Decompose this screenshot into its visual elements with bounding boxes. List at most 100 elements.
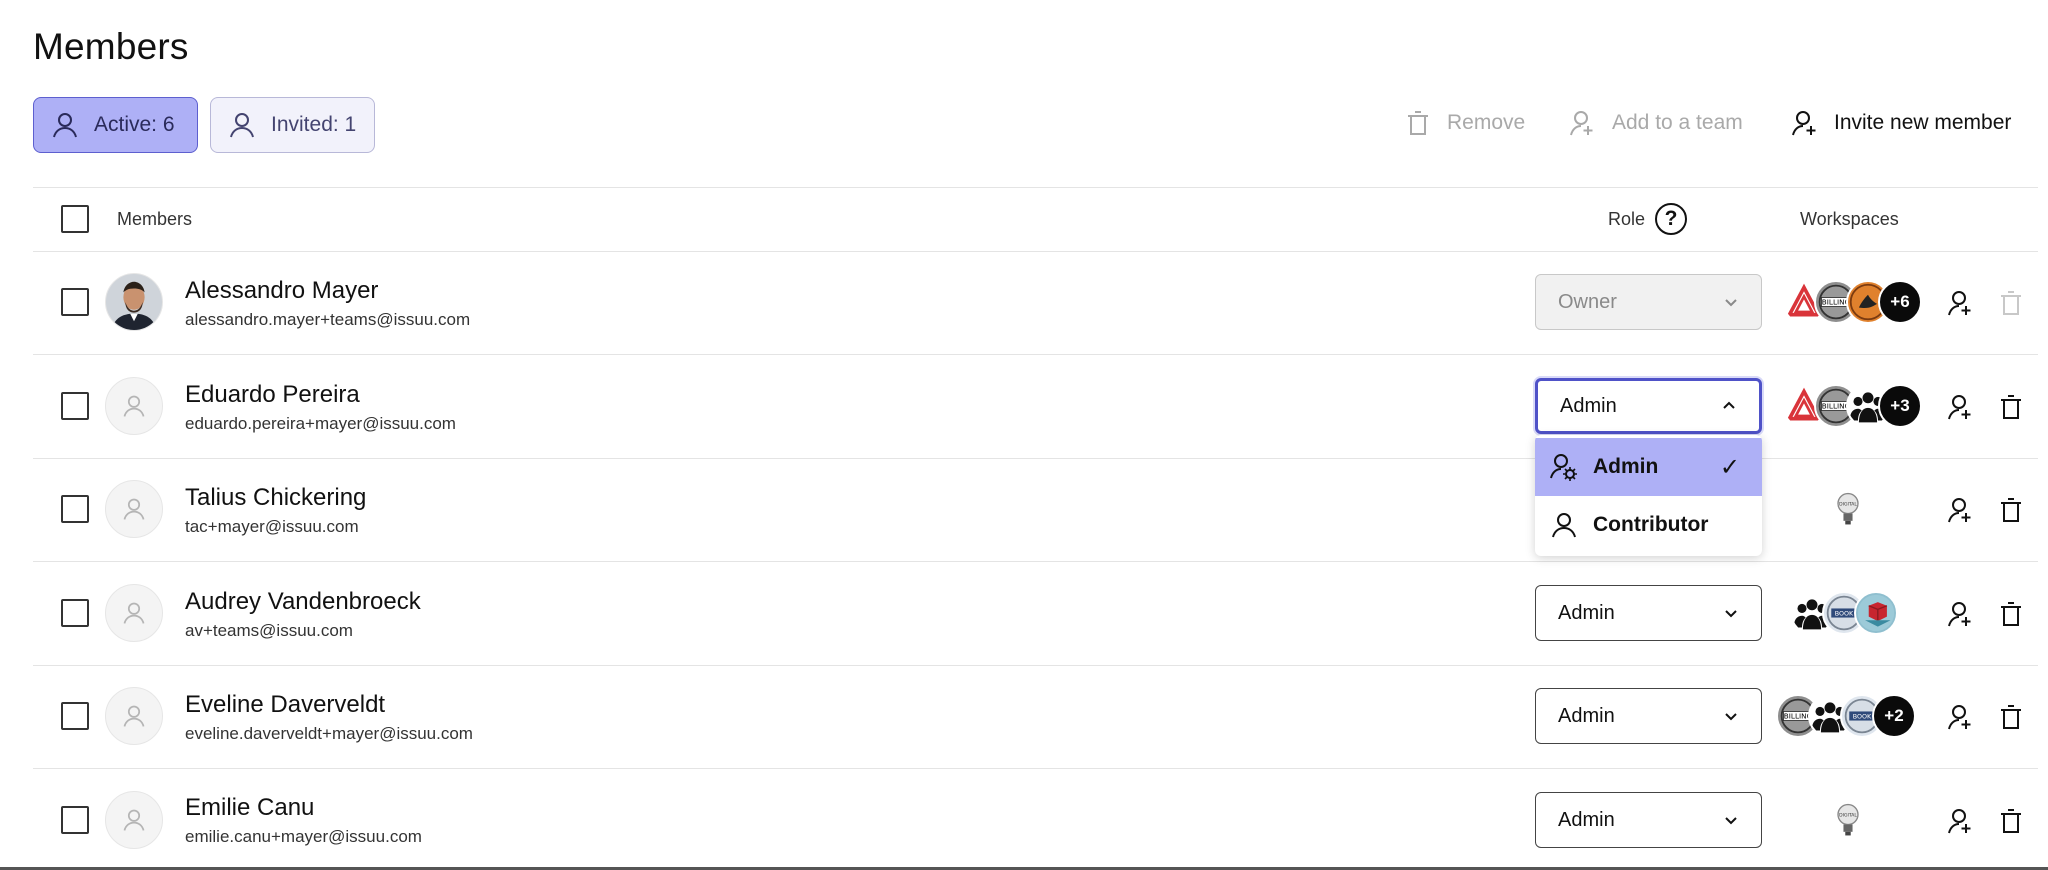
trash-icon: [1408, 111, 1428, 135]
role-select[interactable]: Admin: [1535, 688, 1762, 744]
invite-label: Invite new member: [1834, 111, 2012, 134]
svg-text:BOOK: BOOK: [1853, 714, 1872, 721]
role-select[interactable]: Admin: [1535, 792, 1762, 848]
remove-row-button[interactable]: [1996, 599, 2026, 629]
chevron-down-icon: [1725, 817, 1737, 825]
lightbulb-logo-icon: DIGITAL: [1826, 798, 1870, 842]
member-email: alessandro.mayer+teams@issuu.com: [185, 310, 471, 329]
add-to-team-label: Add to a team: [1612, 111, 1743, 134]
lightbulb-logo-icon: DIGITAL: [1826, 487, 1870, 531]
role-column-header: Role: [1608, 209, 1646, 229]
tab-invited-members[interactable]: Invited: 1: [210, 97, 375, 153]
user-search-icon: [1948, 498, 1971, 523]
workspace-avatars[interactable]: DIGITAL: [1826, 486, 1870, 532]
more-workspaces-badge[interactable]: +2: [1872, 694, 1916, 738]
member-email: av+teams@issuu.com: [185, 621, 353, 640]
invite-new-member-button[interactable]: Invite new member: [1790, 108, 2011, 138]
row-checkbox[interactable]: [61, 806, 89, 834]
svg-text:BOOK: BOOK: [1835, 611, 1854, 618]
add-to-team-button[interactable]: Add to a team: [1568, 108, 1743, 138]
member-name: Audrey Vandenbroeck: [185, 588, 421, 615]
more-workspaces-badge[interactable]: +6: [1878, 280, 1922, 324]
workspace-avatars[interactable]: BILLING +3: [1782, 383, 1922, 429]
tab-label: Invited: 1: [271, 113, 357, 136]
member-email: tac+mayer@issuu.com: [185, 517, 359, 536]
menu-item-label: Contributor: [1593, 513, 1709, 536]
add-to-team-row-button[interactable]: [1946, 392, 1976, 422]
divider: [33, 561, 2038, 562]
row-checkbox[interactable]: [61, 392, 89, 420]
divider: [33, 665, 2038, 666]
add-to-team-row-button[interactable]: [1946, 806, 1976, 836]
page-title: Members: [33, 26, 189, 67]
avatar: [105, 687, 163, 745]
user-search-icon: [1948, 395, 1971, 420]
workspace-avatars[interactable]: DIGITAL: [1826, 797, 1870, 843]
role-option-contributor[interactable]: Contributor: [1535, 496, 1762, 554]
trash-icon: [2001, 705, 2021, 729]
add-to-team-row-button[interactable]: [1946, 702, 1976, 732]
workspace-avatars[interactable]: BILLING +6: [1782, 279, 1922, 325]
user-icon: [230, 113, 254, 138]
avatar: [105, 584, 163, 642]
checkmark-icon: ✓: [1719, 453, 1740, 481]
role-dropdown-menu: Admin ✓ Contributor: [1535, 435, 1762, 556]
avatar: [105, 273, 163, 331]
remove-row-button: [1996, 288, 2026, 318]
member-name: Emilie Canu: [185, 794, 315, 821]
user-plus-icon: [1792, 111, 1816, 136]
user-icon: [123, 809, 145, 831]
tab-label: Active: 6: [94, 113, 175, 136]
user-search-icon: [1948, 602, 1971, 627]
user-icon: [123, 602, 145, 624]
role-select[interactable]: Admin: [1535, 378, 1762, 434]
user-photo-icon: [106, 274, 162, 330]
svg-text:DIGITAL: DIGITAL: [1839, 501, 1857, 507]
members-column-header: Members: [117, 209, 193, 229]
role-value: Admin: [1560, 394, 1617, 417]
trash-icon: [2001, 498, 2021, 522]
user-icon: [1552, 513, 1576, 538]
role-select[interactable]: Admin: [1535, 585, 1762, 641]
divider: [33, 251, 2038, 252]
question-icon[interactable]: ?: [1655, 203, 1687, 235]
member-name: Eduardo Pereira: [185, 381, 360, 408]
tab-active-members[interactable]: Active: 6: [33, 97, 198, 153]
user-gear-icon: [1550, 454, 1577, 481]
add-to-team-row-button[interactable]: [1946, 288, 1976, 318]
member-name: Talius Chickering: [185, 484, 367, 511]
remove-row-button[interactable]: [1996, 392, 2026, 422]
divider: [33, 354, 2038, 355]
row-checkbox[interactable]: [61, 702, 89, 730]
remove-row-button[interactable]: [1996, 806, 2026, 836]
member-name: Alessandro Mayer: [185, 277, 379, 304]
user-icon: [123, 498, 145, 520]
add-to-team-row-button[interactable]: [1946, 599, 1976, 629]
svg-text:DIGITAL: DIGITAL: [1839, 812, 1857, 818]
more-workspaces-badge[interactable]: +3: [1878, 384, 1922, 428]
user-icon: [53, 113, 77, 138]
chevron-down-icon: [1725, 713, 1737, 721]
row-checkbox[interactable]: [61, 495, 89, 523]
divider: [33, 187, 2038, 188]
trash-icon: [2001, 395, 2021, 419]
remove-button[interactable]: Remove: [1403, 108, 1525, 138]
remove-label: Remove: [1447, 111, 1526, 134]
chevron-down-icon: [1725, 610, 1737, 618]
row-checkbox[interactable]: [61, 599, 89, 627]
user-search-icon: [1948, 705, 1971, 730]
avatar: [105, 480, 163, 538]
row-checkbox[interactable]: [61, 288, 89, 316]
trash-icon: [2001, 602, 2021, 626]
workspace-avatars[interactable]: BOOK: [1790, 590, 1898, 636]
role-option-admin[interactable]: Admin ✓: [1535, 438, 1762, 496]
remove-row-button[interactable]: [1996, 495, 2026, 525]
workspaces-column-header: Workspaces: [1800, 209, 1899, 229]
divider: [33, 768, 2038, 769]
select-all-checkbox[interactable]: [61, 205, 89, 233]
user-search-icon: [1570, 111, 1593, 136]
user-icon: [123, 705, 145, 727]
add-to-team-row-button[interactable]: [1946, 495, 1976, 525]
remove-row-button[interactable]: [1996, 702, 2026, 732]
workspace-avatars[interactable]: BILLING BOOK +2: [1776, 693, 1916, 739]
